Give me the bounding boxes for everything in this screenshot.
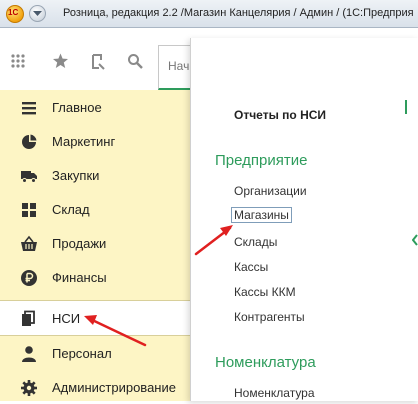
- search-icon[interactable]: [127, 53, 143, 69]
- reports-heading[interactable]: Отчеты по НСИ: [234, 108, 326, 122]
- sidebar-item-marketing[interactable]: Маркетинг: [0, 124, 190, 158]
- link-organizations[interactable]: Организации: [234, 184, 307, 198]
- ruble-coin-icon: [21, 270, 37, 286]
- section-title-enterprise: Предприятие: [215, 152, 308, 169]
- apps-grid-icon[interactable]: [10, 53, 26, 69]
- sidebar-item-finance[interactable]: Финансы: [0, 260, 190, 294]
- collapsed-group-icon: [412, 234, 418, 246]
- sidebar-item-label: Персонал: [52, 346, 112, 361]
- sidebar-item-label: Склад: [52, 202, 90, 217]
- sidebar-item-label: НСИ: [52, 311, 81, 326]
- sidebar-item-main[interactable]: Главное: [0, 90, 190, 124]
- pie-chart-icon: [22, 134, 37, 149]
- tab-label: Нач: [168, 59, 190, 73]
- sidebar-item-sales[interactable]: Продажи: [0, 226, 190, 260]
- 1c-logo-icon[interactable]: 1C: [6, 5, 24, 23]
- sidebar-item-label: Закупки: [52, 168, 100, 183]
- main-menu-button[interactable]: [29, 5, 46, 22]
- history-icon[interactable]: [90, 53, 106, 70]
- nsi-submenu-panel: [190, 38, 418, 401]
- person-icon: [22, 346, 36, 362]
- basket-icon: [21, 235, 37, 251]
- sidebar-item-label: Администрирование: [52, 380, 176, 395]
- panel-divider: [405, 100, 407, 114]
- sidebar-item-warehouse[interactable]: Склад: [0, 192, 190, 226]
- warehouse-grid-icon: [22, 203, 36, 217]
- sidebar-item-nsi[interactable]: НСИ: [0, 300, 190, 336]
- sidebar-item-purchases[interactable]: Закупки: [0, 158, 190, 192]
- documents-icon: [22, 310, 35, 326]
- sidebar-item-administration[interactable]: Администрирование: [0, 370, 190, 404]
- favorites-star-icon[interactable]: [52, 53, 69, 69]
- link-counterparties[interactable]: Контрагенты: [234, 310, 305, 324]
- menu-lines-icon: [22, 102, 36, 115]
- link-cash-desks[interactable]: Кассы: [234, 260, 268, 274]
- sidebar-item-personnel[interactable]: Персонал: [0, 336, 190, 370]
- gear-icon: [21, 380, 37, 396]
- sidebar-item-label: Финансы: [52, 270, 107, 285]
- sidebar-item-label: Маркетинг: [52, 134, 116, 149]
- link-kkm-cash-desks[interactable]: Кассы ККМ: [234, 285, 296, 299]
- link-warehouses[interactable]: Склады: [234, 235, 277, 249]
- window-titlebar: 1C Розница, редакция 2.2 /Магазин Канцел…: [0, 0, 418, 28]
- sidebar-item-label: Главное: [52, 100, 102, 115]
- section-title-nomenclature: Номенклатура: [215, 354, 316, 371]
- link-stores[interactable]: Магазины: [231, 207, 292, 223]
- truck-icon: [21, 171, 37, 183]
- sections-panel: Главное Маркетинг Закупки Склад Продажи: [0, 90, 191, 401]
- sidebar-item-label: Продажи: [52, 236, 107, 251]
- window-title: Розница, редакция 2.2 /Магазин Канцеляри…: [63, 7, 414, 19]
- link-nomenclature[interactable]: Номенклатура: [234, 386, 315, 400]
